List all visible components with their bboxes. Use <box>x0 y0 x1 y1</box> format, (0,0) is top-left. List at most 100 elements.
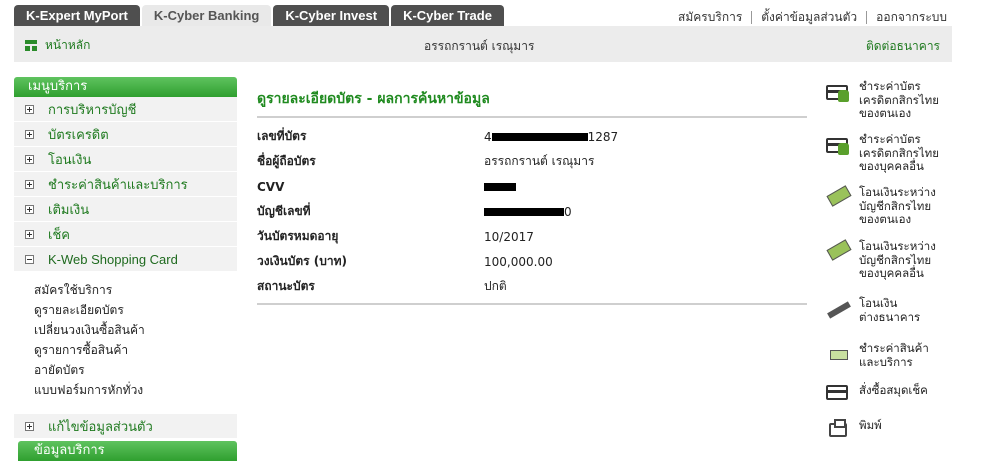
sidebar-item-label: การบริหารบัญชี <box>48 102 137 118</box>
redaction-bar <box>491 133 588 141</box>
service-info-title: ข้อมูลบริการ <box>18 441 237 461</box>
credit-card-payment-icon <box>824 80 852 104</box>
sidebar-item-label: K-Web Shopping Card <box>48 251 178 267</box>
shopping-card-submenu: สมัครใช้บริการ ดูรายละเอียดบัตร เปลี่ยนว… <box>14 272 237 404</box>
detail-label: CVV <box>257 179 285 194</box>
expand-icon <box>25 421 34 431</box>
redaction-bar <box>484 183 516 191</box>
home-icon <box>25 40 37 51</box>
pay-own-card-action[interactable]: ชำระค่าบัตร เครดิตกสิกรไทย ของตนเอง <box>824 79 939 121</box>
pay-other-card-action[interactable]: ชำระค่าบัตร เครดิตกสิกรไทย ของบุคคลอื่น <box>824 132 939 174</box>
tab-k-cyber-banking[interactable]: K-Cyber Banking <box>141 5 272 26</box>
card-number-suffix: 1287 <box>587 129 619 144</box>
tab-k-cyber-invest[interactable]: K-Cyber Invest <box>273 5 390 26</box>
detail-label: สถานะบัตร <box>257 279 315 293</box>
expand-icon <box>25 179 34 189</box>
detail-label: วงเงินบัตร (บาท) <box>257 254 348 268</box>
submenu-deduction-form[interactable]: แบบฟอร์มการหักทั่วง <box>34 380 237 400</box>
sidebar-item-cheque[interactable]: เช็ค <box>14 222 237 247</box>
interbank-transfer-icon <box>824 297 852 321</box>
divider <box>257 116 807 118</box>
page-title: ดูรายละเอียดบัตร - ผลการค้นหาข้อมูล <box>257 91 490 107</box>
tab-k-cyber-trade[interactable]: K-Cyber Trade <box>391 5 504 26</box>
sidebar-item-k-web-shopping-card[interactable]: K-Web Shopping Card <box>14 247 237 272</box>
print-action[interactable]: พิมพ์ <box>824 418 882 443</box>
sidebar-item-credit-card[interactable]: บัตรเครดิต <box>14 122 237 147</box>
action-label: ชำระค่าบัตร เครดิตกสิกรไทย ของบุคคลอื่น <box>859 132 939 173</box>
register-service-link[interactable]: สมัครบริการ <box>678 8 742 27</box>
divider <box>257 303 807 305</box>
divider <box>751 11 753 24</box>
transfer-icon <box>824 185 852 210</box>
detail-row-account-number: บัญชีเลขที่ 0 <box>257 199 807 224</box>
detail-row-expiry: วันบัตรหมดอายุ 10/2017 <box>257 224 807 249</box>
order-cheque-book-action[interactable]: สั่งซื้อสมุดเช็ค <box>824 383 928 408</box>
action-label: พิมพ์ <box>859 418 882 432</box>
home-label: หน้าหลัก <box>45 38 91 52</box>
detail-row-credit-limit: วงเงินบัตร (บาท) 100,000.00 <box>257 249 807 274</box>
sidebar-item-transfer[interactable]: โอนเงิน <box>14 147 237 172</box>
top-tab-bar: K-Expert MyPort K-Cyber Banking K-Cyber … <box>14 5 504 26</box>
detail-row-holder-name: ชื่อผู้ถือบัตร อรรถกรานต์ เรณุมาร <box>257 149 807 174</box>
detail-value: ปกติ <box>484 279 507 293</box>
account-number-suffix: 0 <box>564 204 572 219</box>
action-label: สั่งซื้อสมุดเช็ค <box>859 383 928 397</box>
sidebar: เมนูบริการ การบริหารบัญชี บัตรเครดิต โอน… <box>14 77 237 461</box>
home-link[interactable]: หน้าหลัก <box>25 36 90 55</box>
detail-value: 100,000.00 <box>484 254 553 269</box>
service-menu-title: เมนูบริการ <box>14 77 237 97</box>
detail-label: ชื่อผู้ถือบัตร <box>257 154 316 168</box>
detail-label: บัญชีเลขที่ <box>257 204 311 218</box>
submenu-register[interactable]: สมัครใช้บริการ <box>34 280 237 300</box>
top-links: สมัครบริการ ตั้งค่าข้อมูลส่วนตัว ออกจากร… <box>678 8 947 27</box>
personal-settings-link[interactable]: ตั้งค่าข้อมูลส่วนตัว <box>761 8 857 27</box>
printer-icon <box>824 419 852 443</box>
detail-label: เลขที่บัตร <box>257 129 307 143</box>
detail-row-card-number: เลขที่บัตร 4 1287 <box>257 124 807 149</box>
credit-card-payment-icon <box>824 133 852 157</box>
sidebar-item-label: โอนเงิน <box>48 152 92 168</box>
sidebar-item-label: แก้ไขข้อมูลส่วนตัว <box>48 419 153 435</box>
user-name: อรรถกรานต์ เรณุมาร <box>424 39 535 53</box>
interbank-transfer-action[interactable]: โอนเงิน ต่างธนาคาร <box>824 296 921 324</box>
detail-row-cvv: CVV <box>257 174 807 199</box>
expand-icon <box>25 204 34 214</box>
action-label: โอนเงินระหว่าง บัญชีกสิกรไทย ของตนเอง <box>859 185 936 226</box>
action-label: โอนเงิน ต่างธนาคาร <box>859 296 921 324</box>
main-content: ดูรายละเอียดบัตร - ผลการค้นหาข้อมูล เลขท… <box>257 88 807 305</box>
submenu-change-limit[interactable]: เปลี่ยนวงเงินซื้อสินค้า <box>34 320 237 340</box>
sidebar-item-label: เช็ค <box>48 227 70 243</box>
submenu-freeze-card[interactable]: อายัดบัตร <box>34 360 237 380</box>
submenu-card-details[interactable]: ดูรายละเอียดบัตร <box>34 300 237 320</box>
card-number-prefix: 4 <box>484 129 492 144</box>
submenu-purchase-history[interactable]: ดูรายการซื้อสินค้า <box>34 340 237 360</box>
cvv-value <box>484 180 516 194</box>
expand-icon <box>25 229 34 239</box>
logout-link[interactable]: ออกจากระบบ <box>876 8 947 27</box>
sidebar-item-label: บัตรเครดิต <box>48 127 109 143</box>
sidebar-item-top-up[interactable]: เติมเงิน <box>14 197 237 222</box>
bill-payment-icon <box>824 342 852 366</box>
transfer-own-account-action[interactable]: โอนเงินระหว่าง บัญชีกสิกรไทย ของตนเอง <box>824 185 936 227</box>
tab-k-expert-myport[interactable]: K-Expert MyPort <box>14 5 140 26</box>
contact-bank-link[interactable]: ติดต่อธนาคาร <box>866 37 940 56</box>
header-bar: หน้าหลัก อรรถกรานต์ เรณุมาร ติดต่อธนาคาร <box>14 26 952 62</box>
expand-icon <box>25 104 34 114</box>
detail-value: 10/2017 <box>484 229 534 244</box>
bill-payment-action[interactable]: ชำระค่าสินค้า และบริการ <box>824 341 929 369</box>
detail-row-status: สถานะบัตร ปกติ <box>257 274 807 299</box>
sidebar-item-bill-payment[interactable]: ชำระค่าสินค้าและบริการ <box>14 172 237 197</box>
detail-value: อรรถกรานต์ เรณุมาร <box>484 154 595 168</box>
card-detail-table: เลขที่บัตร 4 1287 ชื่อผู้ถือบัตร อรรถกราน… <box>257 124 807 299</box>
cheque-book-icon <box>824 384 852 408</box>
expand-icon <box>25 154 34 164</box>
transfer-other-account-action[interactable]: โอนเงินระหว่าง บัญชีกสิกรไทย ของบุคคลอื่น <box>824 239 936 281</box>
action-label: ชำระค่าบัตร เครดิตกสิกรไทย ของตนเอง <box>859 79 939 120</box>
sidebar-item-account-management[interactable]: การบริหารบัญชี <box>14 97 237 122</box>
sidebar-item-label: เติมเงิน <box>48 202 90 218</box>
sidebar-item-label: ชำระค่าสินค้าและบริการ <box>48 177 188 193</box>
transfer-icon <box>824 239 852 264</box>
redaction-bar <box>484 208 564 216</box>
action-label: โอนเงินระหว่าง บัญชีกสิกรไทย ของบุคคลอื่น <box>859 239 936 280</box>
sidebar-item-edit-personal-info[interactable]: แก้ไขข้อมูลส่วนตัว <box>14 414 237 439</box>
